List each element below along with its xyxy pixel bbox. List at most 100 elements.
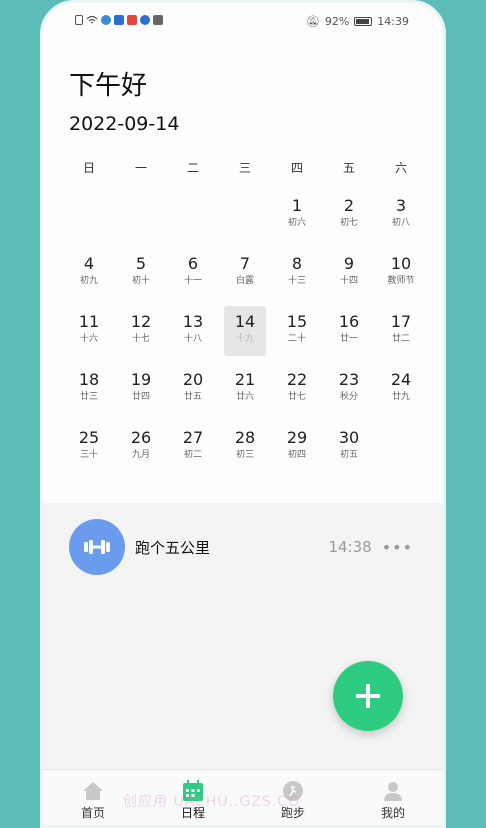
lunar-date: 廿一 xyxy=(339,334,358,344)
greeting-title: 下午好 xyxy=(69,71,148,101)
status-right: 🔕︎ 92% 14:39 xyxy=(306,15,409,28)
calendar-day[interactable]: 16 廿一 xyxy=(323,311,375,369)
day-number: 1 xyxy=(291,196,303,215)
day-number: 12 xyxy=(130,312,152,331)
notification-icon-5 xyxy=(153,15,163,25)
calendar-day[interactable]: 12 十七 xyxy=(115,311,167,369)
notification-icon-2 xyxy=(114,15,124,25)
tab-label: 我的 xyxy=(380,806,405,820)
status-icons xyxy=(75,15,163,25)
lunar-date: 初八 xyxy=(391,218,410,228)
calendar-day[interactable]: 2 初七 xyxy=(323,195,375,253)
lunar-date: 十四 xyxy=(339,276,358,286)
calendar-day[interactable]: 7 白露 xyxy=(219,253,271,311)
weekday-label: 日 xyxy=(82,161,95,175)
calendar-week-row: 25 三十 26 九月 27 初二 28 初三 29 初四 30 初五 xyxy=(63,427,427,485)
wifi-icon xyxy=(86,15,98,25)
notification-icon-1 xyxy=(101,15,111,25)
calendar-day[interactable]: 22 廿七 xyxy=(271,369,323,427)
calendar-empty-cell xyxy=(167,195,219,253)
calendar-day[interactable]: 6 十一 xyxy=(167,253,219,311)
lunar-date: 初九 xyxy=(79,276,98,286)
calendar-day[interactable]: 27 初二 xyxy=(167,427,219,485)
calendar-day[interactable]: 29 初四 xyxy=(271,427,323,485)
notification-icon-3 xyxy=(127,15,137,25)
calendar-day[interactable]: 15 二十 xyxy=(271,311,323,369)
bottom-tab-bar: 首页 日程 跑步 我的 创应用 UACHU..GZS.CO xyxy=(43,769,443,825)
lunar-date: 十六 xyxy=(79,334,98,344)
day-number: 7 xyxy=(239,254,251,273)
lunar-date: 教师节 xyxy=(387,276,415,286)
calendar-week-row: 1 初六 2 初七 3 初八 xyxy=(63,195,427,253)
status-time: 14:39 xyxy=(377,15,409,28)
day-number: 29 xyxy=(286,428,308,447)
calendar-day[interactable]: 23 秋分 xyxy=(323,369,375,427)
calendar-week-row: 18 廿三 19 廿四 20 廿五 21 廿六 22 廿七 23 秋分 24 廿九 xyxy=(63,369,427,427)
calendar-empty-cell xyxy=(115,195,167,253)
calendar-day[interactable]: 17 廿二 xyxy=(375,311,427,369)
event-time: 14:38 xyxy=(328,538,372,556)
more-icon[interactable]: ••• xyxy=(382,538,413,557)
calendar-empty-cell xyxy=(63,195,115,253)
add-event-button[interactable] xyxy=(333,661,403,731)
calendar-day[interactable]: 20 廿五 xyxy=(167,369,219,427)
lunar-date: 初五 xyxy=(339,450,358,460)
dumbbell-icon xyxy=(69,519,125,575)
calendar-day[interactable]: 4 初九 xyxy=(63,253,115,311)
calendar-day[interactable]: 10 教师节 xyxy=(375,253,427,311)
day-number: 4 xyxy=(83,254,95,273)
calendar-grid: 1 初六 2 初七 3 初八 4 初九 5 初十 6 十一 7 白露 8 十三 9 十四 10 教师节 11 十六 12 十七… xyxy=(63,195,427,485)
lunar-date: 白露 xyxy=(235,276,254,286)
calendar-day[interactable]: 8 十三 xyxy=(271,253,323,311)
calendar-day[interactable]: 24 廿九 xyxy=(375,369,427,427)
calendar-day[interactable]: 28 初三 xyxy=(219,427,271,485)
tab-profile[interactable]: 我的 xyxy=(343,770,443,825)
current-date: 2022-09-14 xyxy=(69,113,180,135)
calendar-day[interactable]: 30 初五 xyxy=(323,427,375,485)
calendar-day[interactable]: 19 廿四 xyxy=(115,369,167,427)
lunar-date: 秋分 xyxy=(339,392,358,402)
notification-icon-4 xyxy=(140,15,150,25)
day-number: 20 xyxy=(182,370,204,389)
day-number: 9 xyxy=(343,254,355,273)
calendar-day[interactable]: 11 十六 xyxy=(63,311,115,369)
lunar-date: 十九 xyxy=(235,334,254,344)
day-number: 22 xyxy=(286,370,308,389)
calendar-week-row: 11 十六 12 十七 13 十八 14 十九 15 二十 16 廿一 17 廿二 xyxy=(63,306,427,369)
calendar-day[interactable]: 1 初六 xyxy=(271,195,323,253)
calendar-day[interactable]: 26 九月 xyxy=(115,427,167,485)
calendar-day[interactable]: 13 十八 xyxy=(167,311,219,369)
day-number: 28 xyxy=(234,428,256,447)
day-number: 25 xyxy=(78,428,100,447)
day-number: 11 xyxy=(78,312,100,331)
day-number: 16 xyxy=(338,312,360,331)
lunar-date: 廿五 xyxy=(183,392,202,402)
weekday-label: 四 xyxy=(290,161,303,175)
mute-icon: 🔕︎ xyxy=(305,15,320,28)
day-number: 27 xyxy=(182,428,204,447)
schedule-area: 跑个五公里 14:38 ••• 首页 日程 跑步 我的 创应用 UACHU..G… xyxy=(43,503,443,825)
calendar-day[interactable]: 25 三十 xyxy=(63,427,115,485)
day-number: 5 xyxy=(135,254,147,273)
calendar-day[interactable]: 5 初十 xyxy=(115,253,167,311)
battery-percent: 92% xyxy=(324,15,350,28)
day-number: 24 xyxy=(390,370,412,389)
weekday-label: 六 xyxy=(394,161,407,175)
calendar-day[interactable]: 21 廿六 xyxy=(219,369,271,427)
calendar-day[interactable]: 9 十四 xyxy=(323,253,375,311)
day-number: 30 xyxy=(338,428,360,447)
day-number: 21 xyxy=(234,370,256,389)
day-number: 6 xyxy=(187,254,199,273)
event-item[interactable]: 跑个五公里 14:38 ••• xyxy=(69,519,413,575)
lunar-date: 三十 xyxy=(79,450,98,460)
lunar-date: 廿四 xyxy=(131,392,150,402)
calendar-day[interactable]: 18 廿三 xyxy=(63,369,115,427)
calendar-day[interactable]: 3 初八 xyxy=(375,195,427,253)
calendar-day[interactable]: 14 十九 xyxy=(219,306,271,369)
day-number: 19 xyxy=(130,370,152,389)
lunar-date: 廿三 xyxy=(79,392,98,402)
lunar-date: 廿二 xyxy=(391,334,410,344)
day-number: 2 xyxy=(343,196,355,215)
phone-screen: 🔕︎ 92% 14:39 下午好 2022-09-14 日 一 二 三 四 五 … xyxy=(40,0,446,828)
lunar-date: 廿九 xyxy=(391,392,410,402)
